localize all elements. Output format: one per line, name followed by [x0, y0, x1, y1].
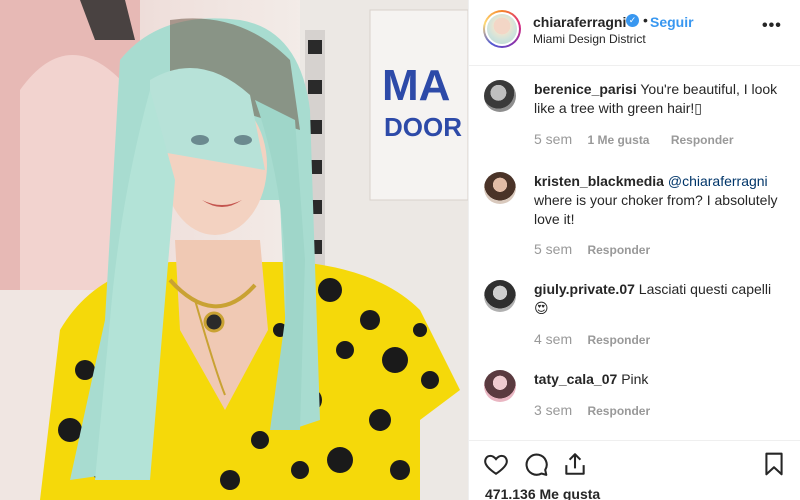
post-actions-bar: 471.136 Me gusta — [469, 440, 800, 500]
avatar-image — [487, 14, 517, 44]
comment-time[interactable]: 3 sem — [534, 402, 572, 418]
verified-badge-icon: ✓ — [626, 14, 639, 27]
comment-text: berenice_parisi You're beautiful, I look… — [534, 80, 784, 118]
photo-illustration: MA DOOR — [0, 0, 468, 500]
comment-mention[interactable]: @chiaraferragni — [668, 173, 768, 189]
avatar[interactable] — [483, 10, 521, 48]
comment-body: Pink — [621, 371, 649, 387]
reply-button[interactable]: Responder — [587, 243, 650, 257]
reply-button[interactable]: Responder — [587, 333, 650, 347]
reply-button[interactable]: Responder — [671, 133, 734, 147]
post-photo[interactable]: MA DOOR — [0, 0, 468, 500]
comment-likes[interactable]: 1 Me gusta — [587, 133, 649, 147]
eye-right — [234, 135, 252, 145]
likes-count[interactable]: 471.136 Me gusta — [485, 486, 600, 500]
comment-text: kristen_blackmedia @chiaraferragni where… — [534, 172, 784, 229]
comment-avatar[interactable] — [484, 280, 516, 312]
sign-letters-2: DOOR — [384, 112, 462, 142]
comment-body: where is your choker from? I absolutely … — [534, 192, 778, 227]
comment-time[interactable]: 5 sem — [534, 241, 572, 257]
heart-icon[interactable] — [483, 451, 509, 477]
comment-meta: 5 sem 1 Me gusta Responder — [534, 131, 752, 147]
eye-left — [191, 135, 209, 145]
post-username[interactable]: chiaraferragni — [533, 14, 626, 30]
comment-username[interactable]: kristen_blackmedia — [534, 173, 664, 189]
post-side-panel: chiaraferragni ✓ • Seguir Miami Design D… — [468, 0, 800, 500]
bookmark-icon[interactable] — [761, 451, 787, 477]
more-options-icon[interactable]: ••• — [762, 17, 782, 35]
sign-letters: MA — [382, 61, 450, 110]
comment-time[interactable]: 5 sem — [534, 131, 572, 147]
comment-avatar[interactable] — [484, 80, 516, 112]
comment-meta: 4 sem Responder — [534, 331, 668, 347]
comment-time[interactable]: 4 sem — [534, 331, 572, 347]
comment-username[interactable]: taty_cala_07 — [534, 371, 617, 387]
comment-avatar[interactable] — [484, 370, 516, 402]
comment-username[interactable]: giuly.private.07 — [534, 281, 635, 297]
comment-meta: 3 sem Responder — [534, 402, 668, 418]
share-icon[interactable] — [562, 451, 588, 477]
comments-list[interactable]: berenice_parisi You're beautiful, I look… — [469, 66, 800, 440]
necklace-pendant — [203, 311, 225, 333]
reply-button[interactable]: Responder — [587, 404, 650, 418]
comment-icon[interactable] — [523, 451, 549, 477]
comment-avatar[interactable] — [484, 172, 516, 204]
post-header: chiaraferragni ✓ • Seguir Miami Design D… — [469, 0, 800, 66]
comment-meta: 5 sem Responder — [534, 241, 668, 257]
post-location[interactable]: Miami Design District — [533, 32, 646, 46]
comment-text: giuly.private.07 Lasciati questi capelli… — [534, 280, 784, 318]
follow-button[interactable]: Seguir — [650, 14, 694, 30]
comment-username[interactable]: berenice_parisi — [534, 81, 637, 97]
separator-dot: • — [643, 12, 648, 28]
comment-text: taty_cala_07 Pink — [534, 370, 784, 389]
